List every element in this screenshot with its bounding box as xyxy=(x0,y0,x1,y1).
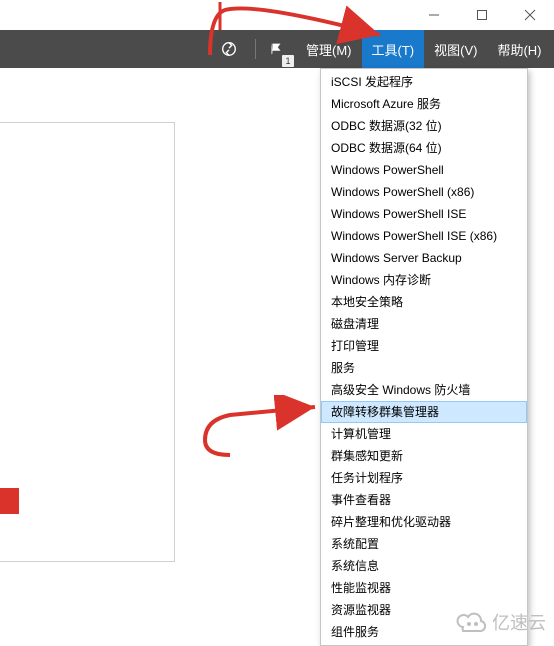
menubar-separator xyxy=(255,39,256,59)
tools-menu-item[interactable]: Windows PowerShell ISE (x86) xyxy=(321,225,527,247)
watermark-text: 亿速云 xyxy=(492,609,546,635)
tools-menu-item[interactable]: 磁盘清理 xyxy=(321,313,527,335)
left-panel xyxy=(0,122,175,562)
tools-menu-item[interactable]: 计算机管理 xyxy=(321,423,527,445)
tools-menu-item[interactable]: 高级安全 Windows 防火墙 xyxy=(321,379,527,401)
tools-menu-item[interactable]: 碎片整理和优化驱动器 xyxy=(321,511,527,533)
watermark: 亿速云 xyxy=(454,609,546,635)
tools-menu-item[interactable]: Microsoft Azure 服务 xyxy=(321,93,527,115)
notification-count: 1 xyxy=(282,55,294,67)
tools-menu-item[interactable]: Windows Server Backup xyxy=(321,247,527,269)
red-marker xyxy=(0,488,19,514)
tools-menu-item[interactable]: 系统配置 xyxy=(321,533,527,555)
tools-menu-item[interactable]: ODBC 数据源(64 位) xyxy=(321,137,527,159)
tools-menu-item[interactable]: 系统信息 xyxy=(321,555,527,577)
menu-help-label: 帮助(H) xyxy=(497,40,541,59)
tools-menu-item[interactable]: 服务 xyxy=(321,357,527,379)
maximize-button[interactable] xyxy=(458,0,506,30)
tools-menu-item[interactable]: ODBC 数据源(32 位) xyxy=(321,115,527,137)
menu-help[interactable]: 帮助(H) xyxy=(487,30,551,68)
watermark-logo-icon xyxy=(454,611,488,633)
tools-menu-item[interactable]: 群集感知更新 xyxy=(321,445,527,467)
menu-manage[interactable]: 管理(M) xyxy=(296,30,362,68)
tools-menu-item[interactable]: Windows 内存诊断 xyxy=(321,269,527,291)
tools-menu-item[interactable]: iSCSI 发起程序 xyxy=(321,71,527,93)
tools-menu-item[interactable]: Windows PowerShell xyxy=(321,159,527,181)
tools-menu-item[interactable]: Windows PowerShell ISE xyxy=(321,203,527,225)
tools-menu-item[interactable]: 事件查看器 xyxy=(321,489,527,511)
tools-menu-item[interactable]: 本地安全策略 xyxy=(321,291,527,313)
tools-dropdown: iSCSI 发起程序Microsoft Azure 服务ODBC 数据源(32 … xyxy=(320,68,528,646)
notifications-icon[interactable]: 1 xyxy=(262,35,290,63)
annotation-arrow-bottom xyxy=(190,395,340,465)
title-bar xyxy=(410,0,554,30)
tools-menu-item[interactable]: 性能监视器 xyxy=(321,577,527,599)
menu-manage-label: 管理(M) xyxy=(306,40,352,59)
tools-menu-item[interactable]: 打印管理 xyxy=(321,335,527,357)
tools-menu-item[interactable]: 任务计划程序 xyxy=(321,467,527,489)
menu-view-label: 视图(V) xyxy=(434,40,477,59)
menubar: 1 管理(M) 工具(T) 视图(V) 帮助(H) xyxy=(0,30,554,68)
close-button[interactable] xyxy=(506,0,554,30)
minimize-button[interactable] xyxy=(410,0,458,30)
menu-tools[interactable]: 工具(T) xyxy=(362,30,425,68)
menu-tools-label: 工具(T) xyxy=(372,40,415,59)
refresh-icon[interactable] xyxy=(215,35,243,63)
menu-view[interactable]: 视图(V) xyxy=(424,30,487,68)
tools-menu-item[interactable]: Windows PowerShell (x86) xyxy=(321,181,527,203)
tools-menu-item[interactable]: 故障转移群集管理器 xyxy=(321,401,527,423)
